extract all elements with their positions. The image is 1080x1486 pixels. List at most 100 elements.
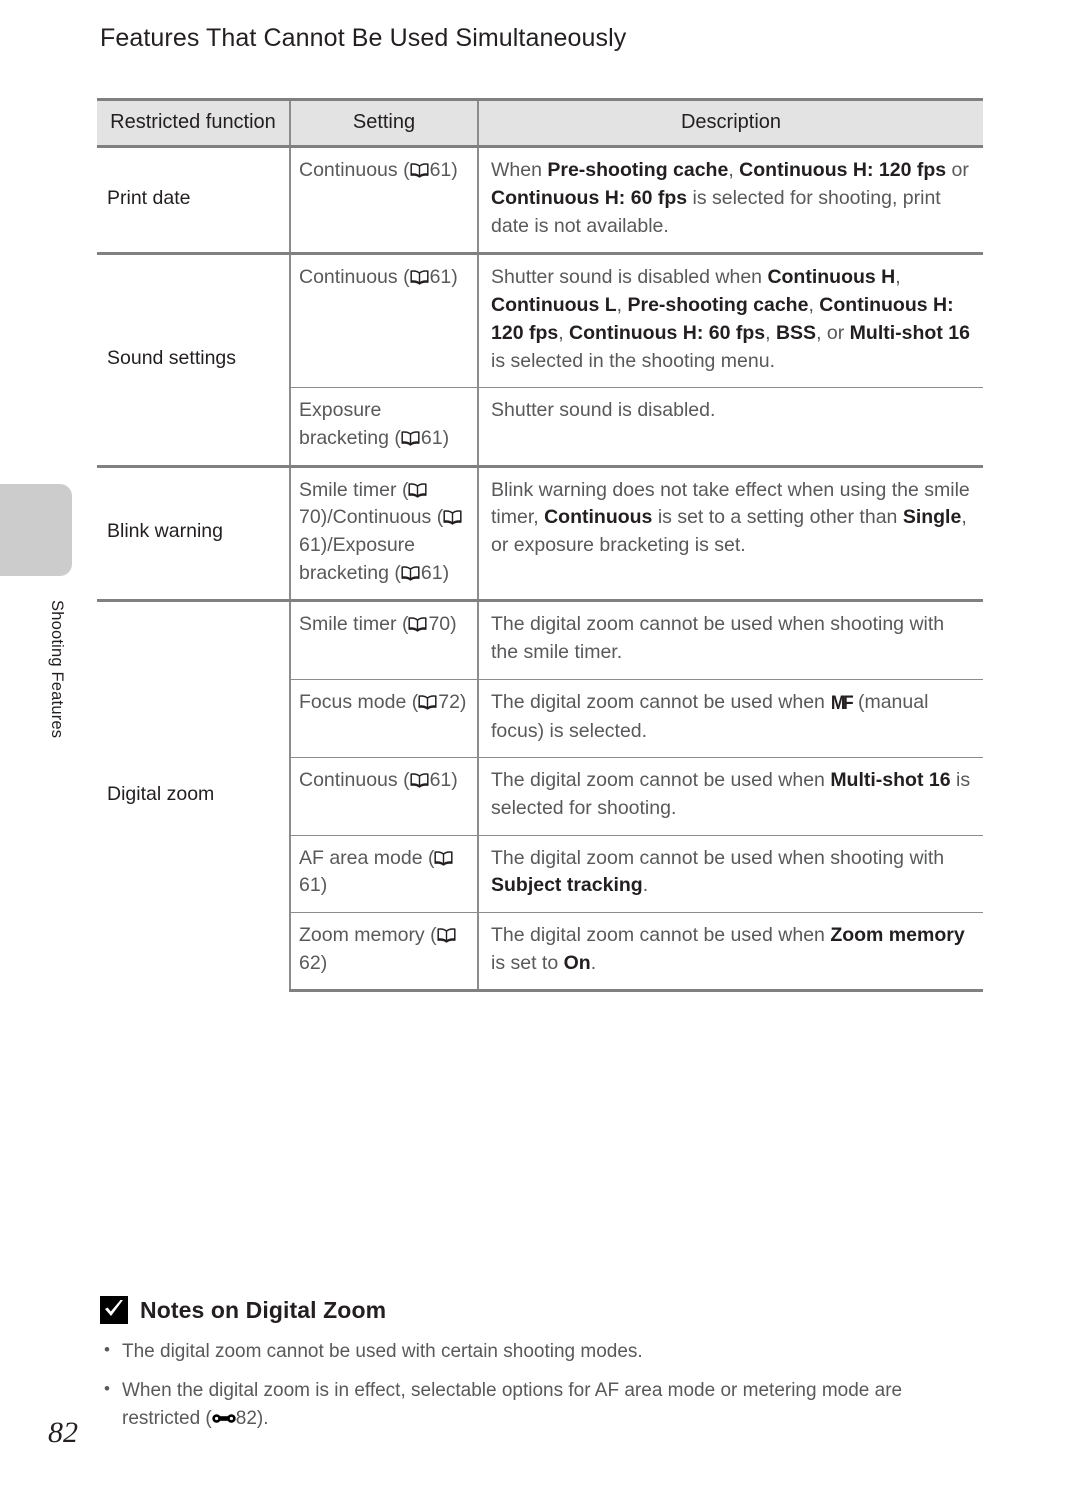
description-text: , or: [816, 321, 850, 344]
column-header-description: Description: [478, 97, 983, 149]
page-title: Features That Cannot Be Used Simultaneou…: [100, 24, 627, 52]
page-reference: 72: [438, 690, 460, 713]
notes-list: The digital zoom cannot be used with cer…: [100, 1337, 980, 1434]
description-text: is set to: [491, 951, 564, 974]
description-text: The digital zoom cannot be used when sho…: [491, 613, 945, 664]
column-header-restricted-function: Restricted function: [97, 97, 291, 149]
setting-cell: Zoom memory (62): [290, 912, 479, 993]
emphasis-text: Pre-shooting cache: [547, 159, 729, 182]
page-reference: 61: [299, 874, 321, 897]
description-text: When: [491, 159, 548, 182]
emphasis-text: Continuous H: [767, 266, 896, 289]
description-text: ,: [895, 266, 901, 289]
page-reference: 61: [299, 533, 321, 556]
notes-block: Notes on Digital Zoom The digital zoom c…: [100, 1296, 980, 1444]
restricted-function-cell: Digital zoom: [97, 599, 291, 991]
description-cell: The digital zoom cannot be used when Zoo…: [478, 912, 983, 993]
page-reference: 62: [299, 951, 321, 974]
setting-name: Continuous: [332, 506, 437, 529]
setting-cell: Continuous (61): [290, 252, 479, 388]
restricted-function-cell: Print date: [97, 145, 291, 254]
note-text: The digital zoom cannot be used with cer…: [122, 1341, 643, 1362]
setting-cell: AF area mode (61): [290, 834, 479, 913]
description-text: is set to a setting other than: [652, 506, 903, 529]
book-reference-icon: [434, 850, 454, 866]
description-text: Shutter sound is disabled.: [491, 399, 716, 422]
setting-cell: Smile timer (70)/Continuous (61)/Exposur…: [290, 464, 479, 601]
description-cell: The digital zoom cannot be used when sho…: [478, 599, 983, 680]
advanced-reference-icon: [212, 1406, 236, 1423]
book-reference-icon: [408, 482, 427, 498]
page-reference: 61: [420, 561, 443, 584]
book-reference-icon: [410, 773, 429, 789]
emphasis-text: Single: [902, 506, 962, 529]
setting-cell: Focus mode (72): [290, 678, 479, 758]
table-body: Print date Continuous (61) When Pre-shooti…: [97, 145, 983, 993]
emphasis-text: Multi-shot 16: [830, 769, 951, 792]
setting-name: Smile timer: [299, 613, 402, 636]
description-text: The digital zoom cannot be used when: [491, 690, 831, 713]
description-text: ,: [728, 159, 740, 182]
book-reference-icon: [410, 270, 429, 286]
description-cell: The digital zoom cannot be used when MF …: [478, 678, 983, 758]
restricted-function-cell: Sound settings: [97, 252, 291, 467]
description-text: ,: [616, 294, 628, 317]
emphasis-text: Continuous H: 60 fps: [569, 321, 766, 344]
table-row: Blink warning Smile timer (70)/Continuous…: [97, 464, 983, 601]
page-reference: 70: [428, 613, 451, 636]
note-item: The digital zoom cannot be used with cer…: [100, 1337, 980, 1367]
setting-name: Zoom memory: [299, 924, 431, 947]
book-reference-icon: [401, 565, 420, 581]
setting-cell: Continuous (61): [290, 757, 479, 836]
description-text: ,: [558, 321, 570, 344]
emphasis-text: On: [563, 951, 591, 974]
check-badge-icon: [100, 1296, 128, 1324]
setting-name: Continuous: [299, 769, 404, 792]
setting-name: Continuous: [299, 159, 404, 182]
page-reference: 61: [420, 426, 443, 449]
page-reference: 61: [429, 159, 452, 182]
notes-header: Notes on Digital Zoom: [100, 1296, 980, 1324]
emphasis-text: Subject tracking: [491, 874, 643, 897]
book-reference-icon: [410, 163, 429, 179]
description-text: The digital zoom cannot be used when: [491, 769, 831, 792]
table-row: Digital zoom Smile timer (70) The digital …: [97, 599, 983, 991]
description-text: .: [590, 951, 597, 974]
chapter-tab: [0, 484, 72, 576]
emphasis-text: Continuous H: 120 fps: [739, 159, 947, 182]
description-cell: Blink warning does not take effect when …: [478, 464, 983, 601]
page-reference: 70: [299, 506, 321, 529]
emphasis-text: Continuous H: 60 fps: [491, 187, 688, 210]
manual-focus-icon: MF: [831, 692, 854, 714]
notes-title: Notes on Digital Zoom: [140, 1296, 387, 1323]
emphasis-text: Pre-shooting cache: [627, 294, 809, 317]
chapter-label: Shooting Features: [48, 600, 66, 739]
book-reference-icon: [401, 431, 420, 446]
description-cell: The digital zoom cannot be used when sho…: [478, 834, 983, 913]
book-reference-icon: [437, 928, 456, 943]
book-reference-icon: [418, 694, 437, 710]
description-cell: Shutter sound is disabled.: [478, 387, 983, 467]
setting-name: Exposure bracketing: [299, 399, 395, 449]
table-row: Print date Continuous (61) When Pre-shooti…: [97, 145, 983, 254]
setting-name: Smile timer: [299, 478, 402, 501]
table-header-row: Restricted function Setting Description: [97, 97, 983, 149]
description-text: or: [946, 159, 969, 182]
emphasis-text: Continuous: [544, 506, 653, 529]
setting-cell: Continuous (61): [290, 145, 479, 254]
note-text: ).: [256, 1408, 269, 1429]
page-reference: 82: [235, 1408, 257, 1429]
description-text: ,: [765, 321, 776, 344]
column-header-setting: Setting: [290, 97, 479, 149]
book-reference-icon: [408, 617, 427, 633]
restricted-function-cell: Blink warning: [97, 464, 291, 601]
description-cell: When Pre-shooting cache, Continuous H: 1…: [478, 145, 983, 254]
page-reference: 61: [429, 266, 452, 289]
emphasis-text: Zoom memory: [830, 924, 965, 947]
description-cell: Shutter sound is disabled when Continuou…: [478, 252, 983, 388]
description-text: Shutter sound is disabled when: [491, 266, 768, 289]
description-text: .: [642, 874, 649, 897]
page-number: 82: [48, 1416, 78, 1449]
page-reference: 61: [429, 769, 452, 792]
setting-cell: Exposure bracketing (61): [290, 387, 479, 467]
